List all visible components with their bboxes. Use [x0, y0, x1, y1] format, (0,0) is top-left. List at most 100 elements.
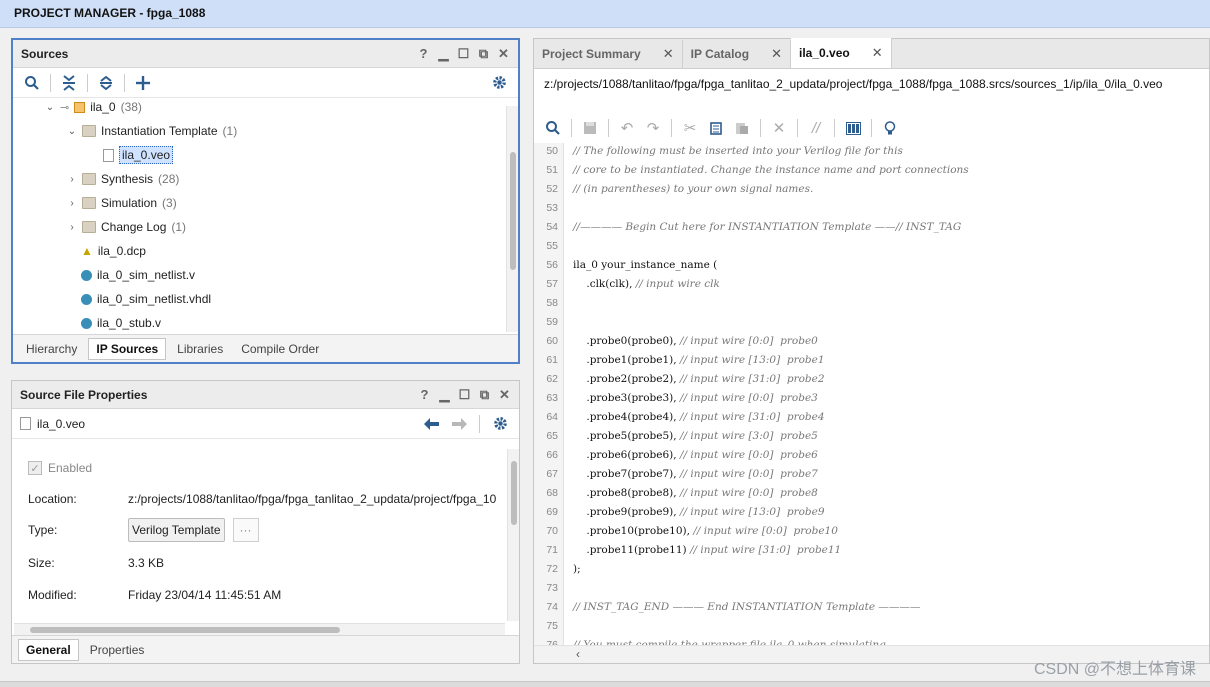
tree-item[interactable]: › Change Log (1): [67, 215, 186, 239]
sources-tabs: Hierarchy IP Sources Libraries Compile O…: [13, 334, 518, 362]
code-line: .probe10(probe10), // input wire [0:0] p…: [573, 525, 838, 537]
chevron-right-icon[interactable]: ›: [67, 174, 77, 185]
expand-all-icon[interactable]: [95, 72, 117, 94]
tree-item-label: ila_0.veo: [119, 146, 174, 164]
size-value: 3.3 KB: [128, 556, 165, 570]
code-text: .clk(clk),: [573, 278, 636, 290]
tab-properties[interactable]: Properties: [83, 640, 152, 660]
minimize-icon[interactable]: ▁: [438, 387, 451, 403]
maximize-icon[interactable]: ☐: [458, 387, 471, 403]
cut-icon[interactable]: ✂: [679, 117, 701, 139]
close-icon[interactable]: ✕: [498, 387, 511, 403]
type-value-button[interactable]: Verilog Template: [128, 518, 225, 542]
line-number: 67: [546, 468, 558, 480]
line-number: 68: [546, 487, 558, 499]
tree-item[interactable]: › Synthesis (28): [67, 167, 179, 191]
delete-icon[interactable]: ✕: [768, 117, 790, 139]
gear-icon[interactable]: [489, 413, 511, 435]
tree-item[interactable]: ila_0_sim_netlist.vhdl: [81, 287, 211, 311]
minimize-icon[interactable]: ▁: [437, 46, 450, 62]
tab-project-summary[interactable]: Project Summary ✕: [534, 40, 683, 68]
collapse-all-icon[interactable]: [58, 72, 80, 94]
tab-hierarchy[interactable]: Hierarchy: [19, 339, 84, 359]
line-number: 52: [546, 183, 558, 195]
enabled-checkbox[interactable]: ✓: [28, 461, 42, 475]
chevron-right-icon[interactable]: ›: [67, 198, 77, 209]
comment-toggle-icon[interactable]: //: [805, 117, 827, 139]
code-text: .probe6(probe6),: [573, 449, 680, 461]
lightbulb-icon[interactable]: [879, 117, 901, 139]
tree-item[interactable]: ⌄ ⊸ ila_0 (38): [45, 100, 142, 119]
code-view[interactable]: 50 // The following must be inserted into…: [534, 143, 1209, 645]
properties-horizontal-scrollbar[interactable]: [14, 623, 505, 635]
forward-arrow-icon[interactable]: [448, 413, 470, 435]
tab-ila-veo[interactable]: ila_0.veo ✕: [791, 38, 892, 68]
toolbar-separator: [50, 73, 51, 92]
tab-libraries[interactable]: Libraries: [170, 339, 230, 359]
add-sources-icon[interactable]: [132, 72, 154, 94]
size-row: Size: 3.3 KB: [28, 550, 164, 576]
code-comment: // input wire [0:0] probe8: [679, 487, 818, 499]
redo-icon[interactable]: ↷: [642, 117, 664, 139]
gear-icon[interactable]: [488, 72, 510, 94]
search-icon[interactable]: [21, 72, 43, 94]
scrollbar-thumb[interactable]: [510, 152, 516, 270]
chevron-down-icon[interactable]: ⌄: [45, 102, 55, 113]
toolbar-separator: [671, 119, 672, 137]
chevron-right-icon[interactable]: ›: [67, 222, 77, 233]
folder-icon: [82, 173, 96, 185]
location-value: z:/projects/1088/tanlitao/fpga/fpga_tanl…: [128, 492, 497, 506]
tree-item[interactable]: › Simulation (3): [67, 191, 176, 215]
undo-icon[interactable]: ↶: [616, 117, 638, 139]
search-icon[interactable]: [542, 117, 564, 139]
sources-vertical-scrollbar[interactable]: [506, 106, 518, 332]
properties-vertical-scrollbar[interactable]: [507, 449, 519, 621]
netlist-icon: [81, 293, 92, 305]
tree-item[interactable]: ila_0_sim_netlist.v: [81, 263, 195, 287]
scrollbar-thumb[interactable]: [511, 461, 517, 525]
checkpoint-icon: ▲: [81, 244, 93, 258]
help-icon[interactable]: ?: [418, 387, 431, 402]
save-icon[interactable]: [579, 117, 601, 139]
tree-item-count: (28): [158, 172, 180, 186]
float-icon[interactable]: ⧉: [478, 387, 491, 403]
paste-icon[interactable]: [731, 117, 753, 139]
tree-item[interactable]: ⌄ Instantiation Template (1): [67, 119, 237, 143]
tree-item[interactable]: ila_0_stub.v: [81, 311, 161, 332]
line-number: 61: [546, 354, 558, 366]
close-icon[interactable]: ✕: [497, 46, 510, 62]
help-icon[interactable]: ?: [417, 46, 430, 61]
maximize-icon[interactable]: ☐: [457, 46, 470, 62]
tab-label: Project Summary: [542, 47, 641, 61]
tree-item-label: ila_0: [90, 100, 116, 114]
code-line: .probe4(probe4), // input wire [31:0] pr…: [573, 411, 824, 423]
ip-block-icon: [74, 101, 86, 113]
sources-title: Sources: [21, 46, 69, 61]
tab-general[interactable]: General: [18, 638, 79, 661]
file-path: z:/projects/1088/tanlitao/fpga/fpga_tanl…: [544, 77, 1163, 91]
type-more-button[interactable]: ···: [232, 518, 259, 542]
tab-compile-order[interactable]: Compile Order: [234, 339, 326, 359]
tree-item[interactable]: ▲ ila_0.dcp: [81, 239, 146, 263]
modified-value: Friday 23/04/14 11:45:51 AM: [128, 588, 282, 602]
copy-icon[interactable]: [705, 117, 727, 139]
file-icon: [103, 148, 114, 162]
chevron-down-icon[interactable]: ⌄: [67, 126, 77, 137]
close-icon[interactable]: ✕: [872, 45, 883, 61]
code-line: .probe8(probe8), // input wire [0:0] pro…: [573, 487, 818, 499]
float-icon[interactable]: ⧉: [477, 46, 490, 62]
close-icon[interactable]: ✕: [663, 46, 674, 62]
line-number: 73: [546, 582, 558, 594]
toolbar-separator: [608, 119, 609, 137]
line-number: 70: [546, 525, 558, 537]
netlist-icon: [81, 317, 92, 329]
scrollbar-thumb[interactable]: [30, 627, 340, 633]
columns-icon[interactable]: [842, 117, 864, 139]
tab-ip-sources[interactable]: IP Sources: [88, 337, 167, 360]
tree-item-selected[interactable]: ila_0.veo: [103, 143, 174, 167]
chevron-left-icon[interactable]: ‹: [576, 647, 580, 661]
code-line: // (in parentheses) to your own signal n…: [573, 183, 813, 195]
close-icon[interactable]: ✕: [771, 46, 782, 62]
tab-ip-catalog[interactable]: IP Catalog ✕: [683, 40, 791, 68]
back-arrow-icon[interactable]: [420, 413, 442, 435]
